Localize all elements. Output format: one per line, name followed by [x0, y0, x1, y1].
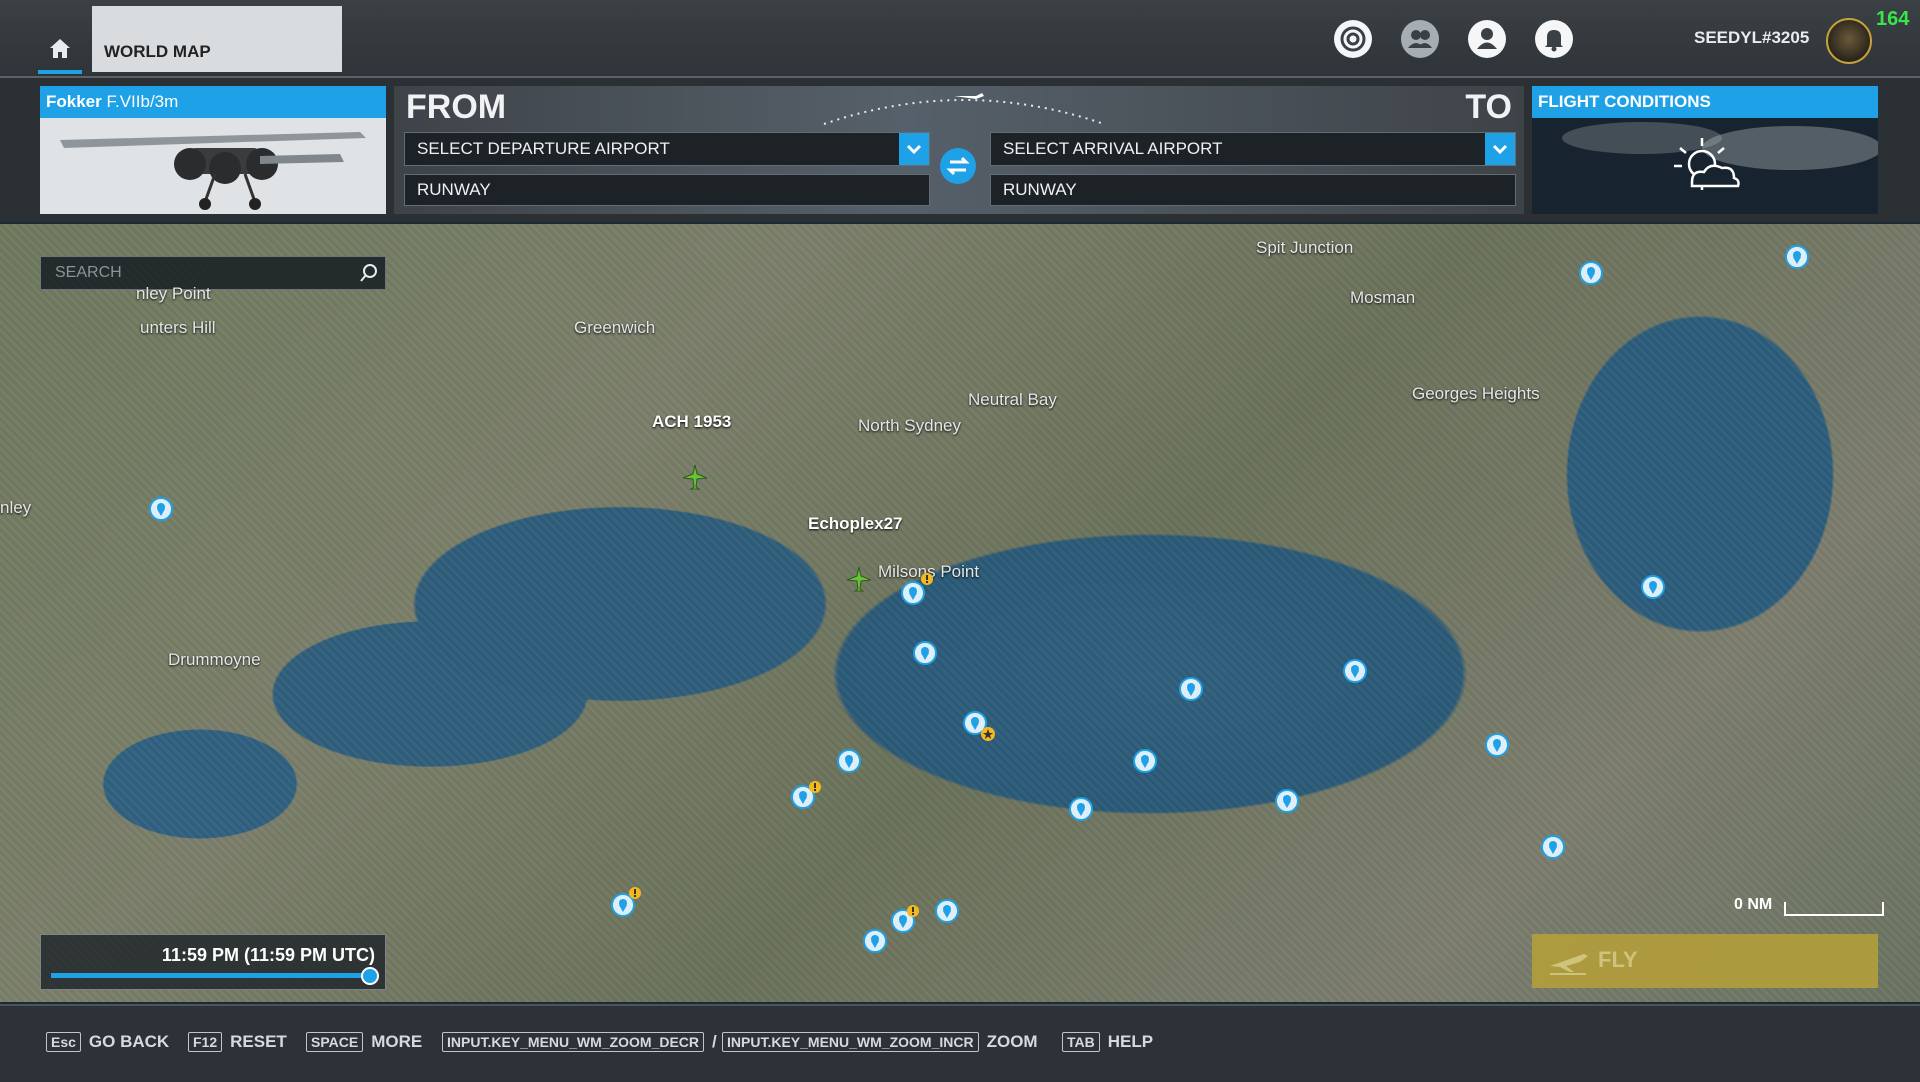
poi-pin-icon[interactable] — [1342, 658, 1368, 684]
map-label-mosman: Mosman — [1350, 288, 1416, 307]
poi-pin-icon[interactable] — [1540, 834, 1566, 860]
home-tab-indicator — [38, 70, 82, 74]
activity-icon[interactable] — [1334, 20, 1372, 58]
player-plane-icon[interactable] — [680, 462, 710, 492]
time-slider-track[interactable] — [51, 973, 369, 978]
world-map[interactable] — [0, 224, 1920, 1002]
player-label-echoplex27[interactable]: Echoplex27 — [808, 514, 903, 534]
search-input[interactable]: SEARCH — [40, 256, 386, 290]
star-marker-icon[interactable] — [980, 726, 996, 742]
time-display: 11:59 PM (11:59 PM UTC) — [161, 945, 375, 965]
tab-world-map-label: WORLD MAP — [104, 42, 211, 61]
departure-airport-select[interactable]: SELECT DEPARTURE AIRPORT — [404, 132, 930, 166]
poi-pin-icon[interactable] — [148, 496, 174, 522]
flight-conditions-panel[interactable]: FLIGHT CONDITIONS — [1532, 86, 1878, 214]
poi-pin-icon[interactable] — [1640, 574, 1666, 600]
map-scale-label: 0 NM — [1734, 896, 1773, 913]
to-label: TO — [1465, 88, 1512, 126]
swap-icon — [946, 156, 970, 176]
poi-pin-icon[interactable] — [1132, 748, 1158, 774]
hint-go-back[interactable]: Esc GO BACK — [46, 1032, 169, 1052]
departure-airport-text: SELECT DEPARTURE AIRPORT — [417, 139, 670, 158]
map-label-henley: nley — [0, 498, 32, 517]
poi-pin-icon[interactable] — [934, 898, 960, 924]
profile-icon[interactable] — [1468, 20, 1506, 58]
fly-button[interactable]: FLY — [1532, 934, 1878, 988]
poi-pin-icon[interactable] — [862, 928, 888, 954]
from-label: FROM — [406, 88, 507, 126]
hint-help[interactable]: TAB HELP — [1062, 1032, 1153, 1052]
map-label-georges-heights: Georges Heights — [1412, 384, 1540, 403]
poi-pin-icon[interactable] — [836, 748, 862, 774]
home-icon[interactable] — [42, 30, 78, 66]
hint-reset[interactable]: F12 RESET — [188, 1032, 287, 1052]
fly-label: FLY — [1598, 947, 1638, 972]
search-icon[interactable] — [359, 263, 379, 283]
fps-counter: 164 — [1876, 8, 1910, 30]
key-esc: Esc — [46, 1032, 81, 1052]
takeoff-plane-icon — [1550, 954, 1588, 975]
hint-more[interactable]: SPACE MORE — [306, 1032, 422, 1052]
poi-pin-icon[interactable] — [1068, 796, 1094, 822]
aircraft-model: F.VIIb/3m — [106, 92, 179, 111]
map-label-north-sydney: North Sydney — [858, 416, 961, 435]
aircraft-title: Fokker F.VIIb/3m — [40, 86, 386, 118]
poi-pin-icon[interactable] — [1274, 788, 1300, 814]
departure-runway-text: RUNWAY — [417, 180, 491, 199]
map-scale-bar — [1784, 902, 1884, 916]
warning-marker-icon[interactable] — [808, 780, 822, 794]
map-label-neutral-bay: Neutral Bay — [968, 390, 1057, 409]
chevron-down-icon[interactable] — [899, 133, 929, 165]
time-of-day-panel: 11:59 PM (11:59 PM UTC) — [40, 934, 386, 990]
poi-pin-icon[interactable] — [1178, 676, 1204, 702]
aircraft-make: Fokker — [46, 92, 102, 111]
key-zoom-incr: INPUT.KEY_MENU_WM_ZOOM_INCR — [722, 1032, 979, 1052]
notification-bell-icon[interactable] — [1535, 20, 1573, 58]
arrival-runway-select[interactable]: RUNWAY — [990, 174, 1516, 206]
key-f12: F12 — [188, 1032, 223, 1052]
search-placeholder: SEARCH — [55, 264, 122, 281]
aircraft-image — [40, 118, 386, 214]
route-panel: FROM TO SELECT DEPARTURE AIRPORT RUNWAY … — [394, 86, 1524, 214]
arrival-runway-text: RUNWAY — [1003, 180, 1077, 199]
map-label-hunters-hill: unters Hill — [140, 318, 216, 337]
warning-marker-icon[interactable] — [628, 886, 642, 900]
poi-pin-icon[interactable] — [1484, 732, 1510, 758]
chevron-down-icon[interactable] — [1485, 133, 1515, 165]
route-arc-icon — [823, 93, 1105, 125]
top-bar: WORLD MAP SEEDYL#3205 164 — [0, 0, 1920, 78]
player-plane-icon[interactable] — [844, 564, 874, 594]
map-label-greenwich: Greenwich — [574, 318, 656, 337]
key-tab: TAB — [1062, 1032, 1100, 1052]
key-zoom-decr: INPUT.KEY_MENU_WM_ZOOM_DECR — [442, 1032, 705, 1052]
map-label-spit-junction: Spit Junction — [1256, 238, 1354, 257]
map-label-drummoyne: Drummoyne — [168, 650, 261, 669]
bottom-hint-bar: Esc GO BACK F12 RESET SPACE MORE INPUT.KEY_… — [0, 1004, 1920, 1082]
hint-zoom[interactable]: INPUT.KEY_MENU_WM_ZOOM_INCR ZOOM — [722, 1032, 1038, 1052]
warning-marker-icon[interactable] — [920, 572, 934, 586]
username[interactable]: SEEDYL#3205 — [1694, 28, 1809, 48]
partly-cloudy-night-icon — [1532, 118, 1878, 214]
poi-pin-icon[interactable] — [1578, 260, 1604, 286]
key-space: SPACE — [306, 1032, 364, 1052]
poi-pin-icon[interactable] — [912, 640, 938, 666]
arrival-airport-select[interactable]: SELECT ARRIVAL AIRPORT — [990, 132, 1516, 166]
departure-runway-select[interactable]: RUNWAY — [404, 174, 930, 206]
poi-pin-icon[interactable] — [1784, 244, 1810, 270]
tab-world-map[interactable]: WORLD MAP — [92, 6, 342, 72]
swap-airports-button[interactable] — [940, 148, 976, 184]
avatar[interactable] — [1826, 18, 1872, 64]
aircraft-selector[interactable]: Fokker F.VIIb/3m — [40, 86, 386, 214]
friends-icon[interactable] — [1401, 20, 1439, 58]
warning-marker-icon[interactable] — [906, 904, 920, 918]
time-slider-handle[interactable] — [361, 967, 379, 985]
player-label-ach1953[interactable]: ACH 1953 — [652, 412, 731, 432]
arrival-airport-text: SELECT ARRIVAL AIRPORT — [1003, 139, 1223, 158]
flight-conditions-title: FLIGHT CONDITIONS — [1532, 86, 1878, 118]
hint-zoom-decrease[interactable]: INPUT.KEY_MENU_WM_ZOOM_DECR / — [442, 1032, 717, 1052]
map-label-henley-point: nley Point — [136, 284, 211, 303]
